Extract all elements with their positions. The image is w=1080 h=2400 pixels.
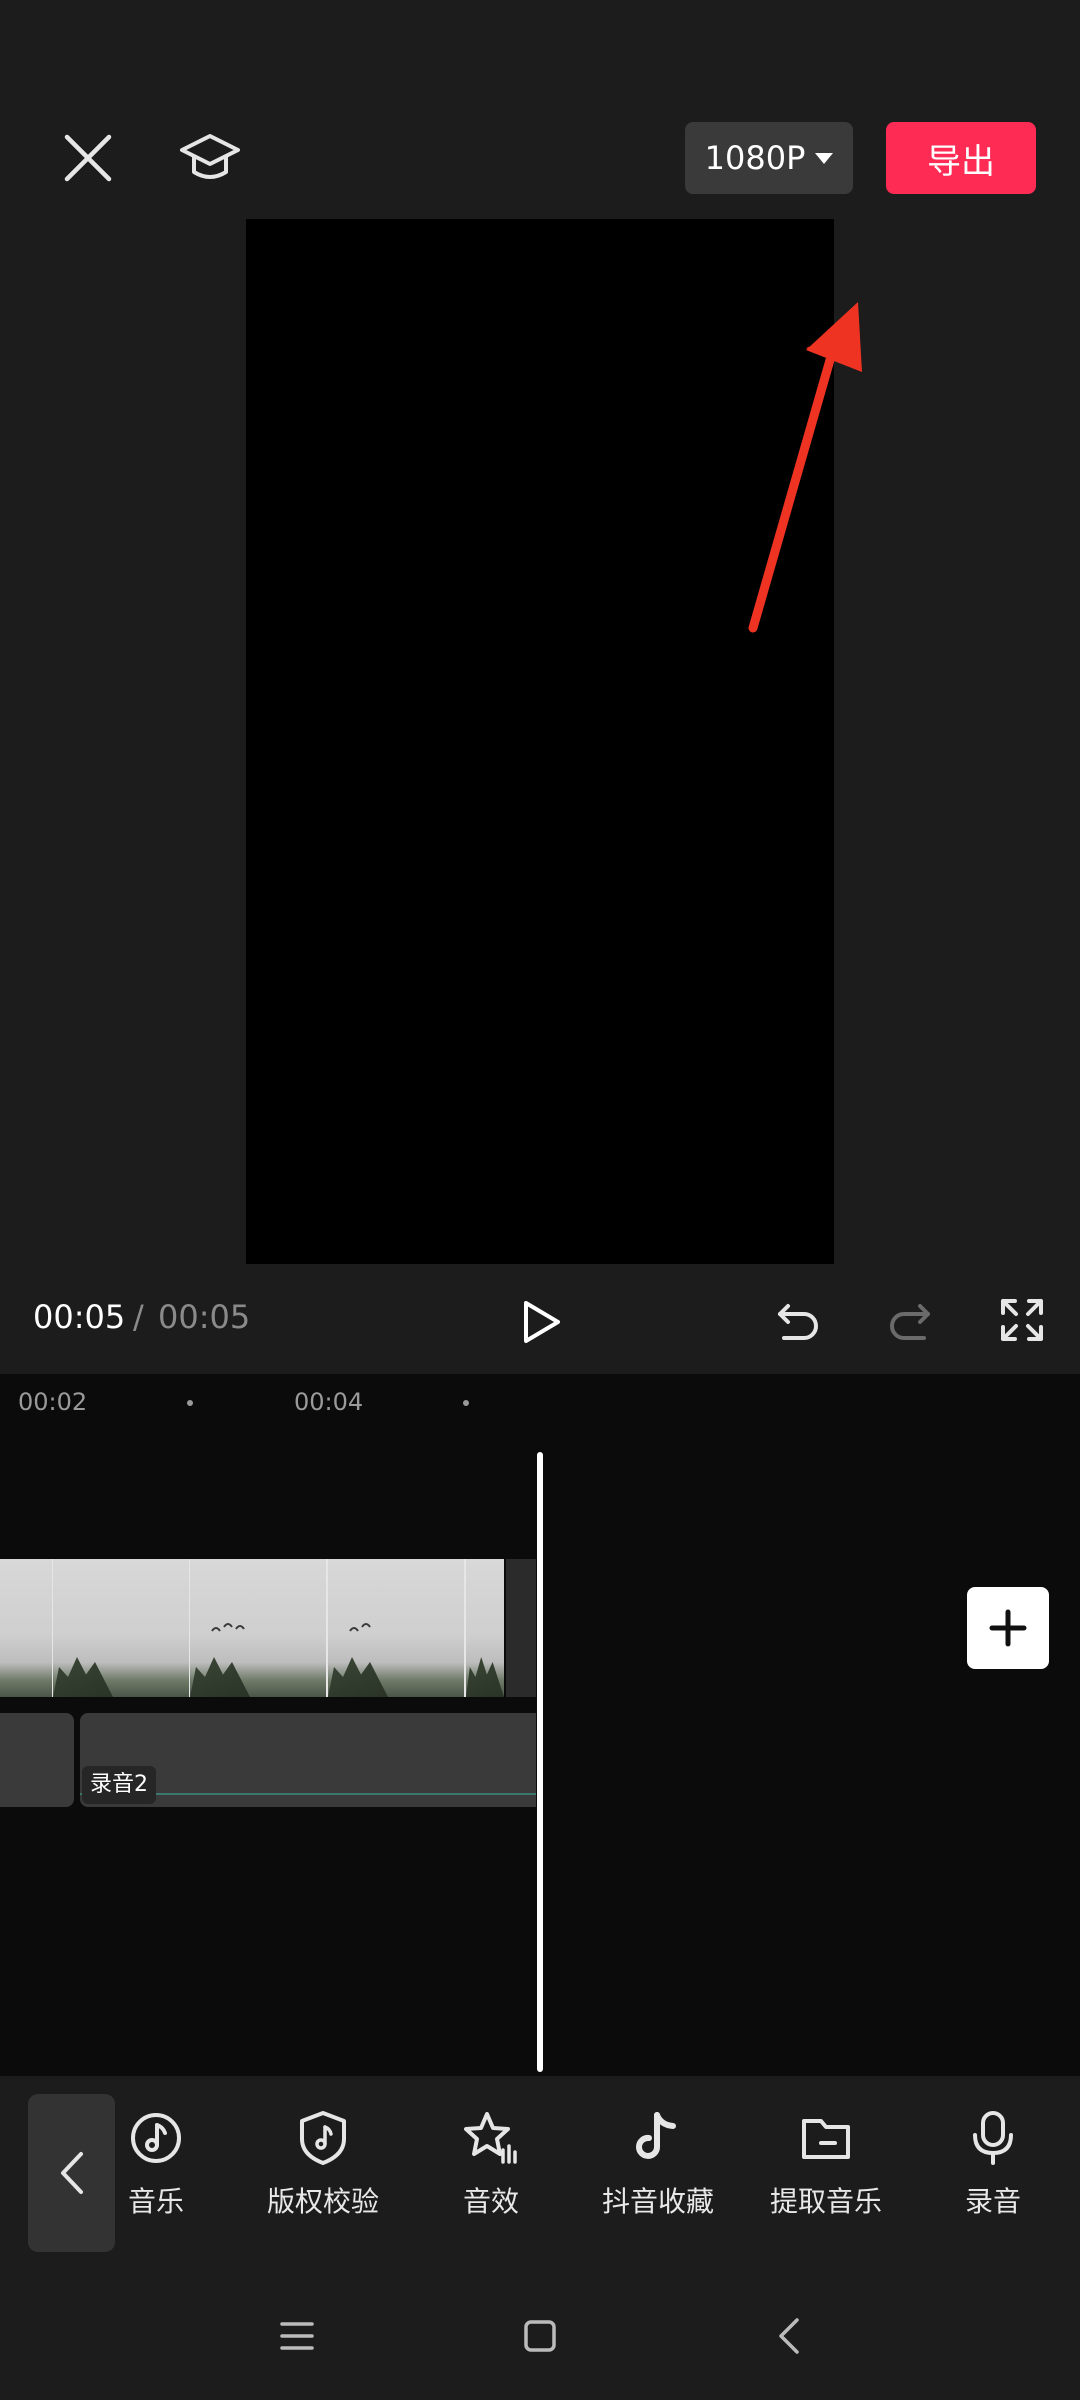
video-frame-thumbnail <box>0 1559 54 1697</box>
video-frame-thumbnail <box>190 1559 328 1697</box>
back-chevron-icon <box>779 2318 799 2354</box>
tool-label: 版权校验 <box>266 2185 379 2218</box>
tool-music[interactable]: 音乐 <box>81 2108 231 2238</box>
nav-menu-button[interactable] <box>269 2308 325 2364</box>
time-separator: / <box>133 1298 144 1336</box>
clip-end-handle[interactable] <box>506 1559 536 1697</box>
redo-button[interactable] <box>882 1292 938 1348</box>
plus-icon <box>989 1609 1027 1647</box>
playhead[interactable] <box>537 1452 543 2072</box>
redo-icon <box>890 1304 930 1340</box>
fullscreen-button[interactable] <box>994 1292 1050 1348</box>
home-square-icon <box>524 2320 556 2352</box>
video-frame-thumbnail <box>466 1559 504 1697</box>
close-button[interactable] <box>50 120 126 196</box>
tool-sound-effects[interactable]: 音效 <box>416 2108 566 2238</box>
tool-label: 录音 <box>964 2185 1021 2218</box>
total-time: 00:05 <box>158 1298 251 1336</box>
play-icon <box>524 1301 560 1343</box>
play-button[interactable] <box>510 1292 574 1352</box>
tool-label: 音效 <box>462 2185 519 2218</box>
copyright-shield-icon <box>300 2111 346 2165</box>
current-time: 00:05 <box>33 1298 126 1336</box>
add-clip-button[interactable] <box>967 1587 1049 1669</box>
ruler-dot <box>463 1400 469 1406</box>
menu-icon <box>280 2322 314 2350</box>
nav-home-button[interactable] <box>512 2308 568 2364</box>
graduation-cap-icon <box>180 134 240 179</box>
video-frame-thumbnail <box>53 1559 191 1697</box>
tool-label: 提取音乐 <box>769 2185 882 2218</box>
tutorial-button[interactable] <box>168 116 252 200</box>
video-clip-track[interactable] <box>0 1559 504 1697</box>
ruler-dot <box>187 1400 193 1406</box>
tool-label: 音乐 <box>127 2185 184 2218</box>
fullscreen-icon <box>1001 1299 1043 1341</box>
douyin-logo-icon <box>636 2112 676 2159</box>
close-icon <box>64 134 112 182</box>
microphone-icon <box>973 2111 1013 2165</box>
nav-back-button[interactable] <box>761 2308 817 2364</box>
tool-record[interactable]: 录音 <box>918 2108 1068 2238</box>
video-editor-screen: 1080P 导出 00:05 / 00:05 00:02 00:04 录音2 音… <box>0 0 1080 2400</box>
undo-icon <box>778 1304 818 1340</box>
resolution-label: 1080P <box>704 139 806 177</box>
export-button[interactable]: 导出 <box>886 122 1036 194</box>
audio-clip-label: 录音2 <box>82 1766 156 1804</box>
undo-button[interactable] <box>770 1292 826 1348</box>
audio-clip[interactable] <box>0 1713 74 1807</box>
tool-label: 抖音收藏 <box>601 2185 714 2218</box>
resolution-selector[interactable]: 1080P <box>685 122 853 194</box>
video-frame-thumbnail <box>328 1559 466 1697</box>
sound-effect-star-icon <box>464 2112 517 2164</box>
ruler-label: 00:02 <box>18 1388 88 1416</box>
video-preview[interactable] <box>246 219 834 1264</box>
ruler-label: 00:04 <box>294 1388 364 1416</box>
tool-extract-music[interactable]: 提取音乐 <box>751 2108 901 2238</box>
caret-down-icon <box>815 152 834 164</box>
tool-douyin-favorites[interactable]: 抖音收藏 <box>583 2108 733 2238</box>
folder-extract-icon <box>802 2119 850 2159</box>
tool-copyright-check[interactable]: 版权校验 <box>248 2108 398 2238</box>
music-note-icon <box>131 2113 181 2163</box>
